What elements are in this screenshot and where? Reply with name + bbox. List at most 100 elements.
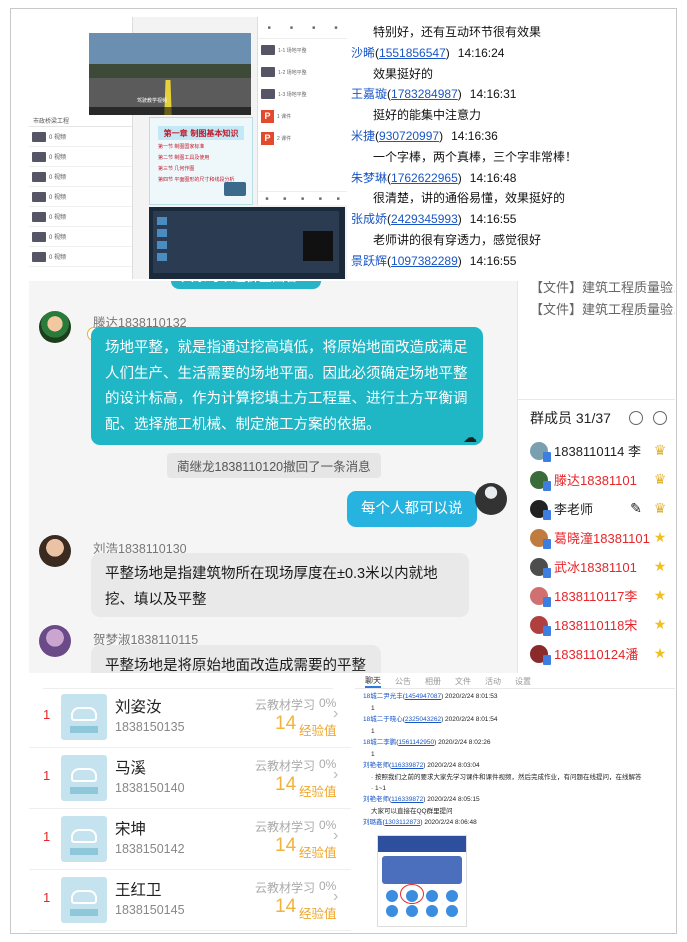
- sender-name[interactable]: 刘璐鑫: [363, 819, 383, 826]
- sender-name[interactable]: 18城二于晓心: [363, 716, 403, 723]
- score-unit: 经验值: [299, 724, 337, 738]
- rank-number: 1: [43, 768, 51, 783]
- list-item[interactable]: 0 视频: [29, 127, 132, 147]
- qq-number-link[interactable]: 116339872: [391, 762, 423, 769]
- file-link[interactable]: 【文件】建筑工程质量验…: [518, 299, 675, 321]
- edit-icon[interactable]: ✎: [627, 500, 645, 517]
- member-name: 1838110114 李: [554, 444, 641, 459]
- qq-number-link[interactable]: 1551856547: [379, 46, 446, 60]
- qq-number-link[interactable]: 116339872: [391, 796, 423, 803]
- qq-number-link[interactable]: 1762622965: [391, 171, 458, 185]
- student-row[interactable]: 1 刘姿汝 1838150135 云教材学习 0% 14 经验值 ›: [29, 687, 351, 748]
- list-item[interactable]: 1-3 场地平整: [258, 83, 347, 105]
- sender-name[interactable]: 景跃辉: [351, 254, 387, 268]
- qq-number-link[interactable]: 1454947087: [405, 693, 441, 700]
- recall-notice: 蔺继龙1838110120撤回了一条消息: [167, 453, 381, 478]
- list-item[interactable]: 0 视频: [29, 187, 132, 207]
- member-item[interactable]: 1838110124潘 ★: [518, 639, 675, 668]
- sender-name[interactable]: 沙晞: [351, 46, 375, 60]
- member-item[interactable]: 滕达18381101 ♛: [518, 465, 675, 494]
- list-item[interactable]: P2 课件: [258, 127, 347, 149]
- list-item[interactable]: 0 视频: [29, 227, 132, 247]
- student-row[interactable]: 1 王红卫 1838150145 云教材学习 0% 14 经验值 ›: [29, 870, 351, 931]
- sender-name[interactable]: 18城二尹光丰: [363, 693, 403, 700]
- cloud-shape: [71, 829, 97, 843]
- timestamp: 2020/2/24 8:01:54: [445, 716, 498, 723]
- list-item[interactable]: 0 视频: [29, 207, 132, 227]
- sender-name[interactable]: 刘艳老师: [363, 762, 389, 769]
- student-row[interactable]: 1 宋坤 1838150142 云教材学习 0% 14 经验值 ›: [29, 809, 351, 870]
- qq-number-link[interactable]: 2325043262: [405, 716, 441, 723]
- qq-number-link[interactable]: 1561142950: [398, 739, 434, 746]
- qq-number-link[interactable]: 1303112873: [385, 819, 421, 826]
- chevron-right-icon[interactable]: ›: [333, 766, 338, 784]
- member-item[interactable]: 1838110118宋 ★: [518, 610, 675, 639]
- sender-line: 朱梦琳(1762622965) 14:16:48: [351, 168, 671, 189]
- tab-item[interactable]: 设置: [515, 676, 531, 687]
- tab-item[interactable]: 相册: [425, 676, 441, 687]
- avatar[interactable]: [39, 311, 71, 343]
- list-item[interactable]: 0 视频: [29, 167, 132, 187]
- members-count: 群成员 31/37: [530, 410, 611, 426]
- video-caption: 驾驶教学视频: [137, 98, 168, 104]
- ppt-slide: 第一章 制图基本知识 第一节 制图国家标准 第二节 制图工具及使用 第三节 几何…: [149, 117, 253, 205]
- log-message: 大家可以直接在QQ群里提问: [371, 807, 453, 815]
- timestamp: 2020/2/24 8:06:48: [424, 819, 477, 826]
- qq-number-link[interactable]: 2429345993: [391, 212, 458, 226]
- invite-icon[interactable]: [629, 411, 643, 425]
- sender-name[interactable]: 18城二李鹏: [363, 739, 396, 746]
- sender-name[interactable]: 张成娇: [351, 212, 387, 226]
- list-item[interactable]: 1-1 场地平整: [258, 39, 347, 61]
- avatar[interactable]: [39, 625, 71, 657]
- list-item[interactable]: 0 视频: [29, 147, 132, 167]
- member-name: 武冰18381101: [554, 560, 637, 575]
- file-link[interactable]: 【文件】建筑工程质量验…: [518, 281, 675, 299]
- member-item[interactable]: 李老师 ✎ ♛: [518, 494, 675, 523]
- sender-name[interactable]: 米捷: [351, 129, 375, 143]
- tab-item[interactable]: 公告: [395, 676, 411, 687]
- member-item[interactable]: 1838110117李 ★: [518, 581, 675, 610]
- tab-item[interactable]: 活动: [485, 676, 501, 687]
- learning-ranking-list: 1 刘姿汝 1838150135 云教材学习 0% 14 经验值 › 1 马溪 1838150140…: [29, 675, 351, 933]
- paren: ): [439, 128, 444, 143]
- chevron-right-icon[interactable]: ›: [333, 705, 338, 723]
- cloud-icon: [61, 694, 107, 740]
- qq-number-link[interactable]: 1097382289: [391, 254, 458, 268]
- avatar[interactable]: [39, 535, 71, 567]
- slide-line: 第一节 制图国家标准: [158, 144, 205, 150]
- timestamp: 2020/2/24 8:03:04: [427, 762, 480, 769]
- member-item[interactable]: 1838110114 李 ♛: [518, 436, 675, 465]
- phone-icon: [543, 596, 551, 607]
- course-file-list-screen: ■ ■ ■ ■ 1-1 场地平整 1-2 场地平整 1-3 场地平整 P1 课件 P2…: [257, 17, 347, 205]
- slide-title: 第一章 制图基本知识: [158, 126, 244, 140]
- cloud-icon: [61, 755, 107, 801]
- rank-number: 1: [43, 707, 51, 722]
- source-label: 云教材学习: [255, 698, 316, 712]
- list-item[interactable]: 0 视频: [29, 247, 132, 267]
- list-item[interactable]: 1-2 场地平整: [258, 61, 347, 83]
- video-controls[interactable]: [89, 107, 251, 115]
- sender-name[interactable]: 刘艳老师: [363, 796, 389, 803]
- log-message: · 1~1: [371, 784, 386, 792]
- member-item[interactable]: 葛晓潼18381101 ★: [518, 523, 675, 552]
- star-icon: ★: [653, 529, 667, 545]
- member-item[interactable]: 武冰18381101 ★: [518, 552, 675, 581]
- avatar[interactable]: [475, 483, 507, 515]
- list-item[interactable]: P1 课件: [258, 105, 347, 127]
- chevron-right-icon[interactable]: ›: [333, 827, 338, 845]
- avatar: [530, 528, 551, 549]
- sender-name[interactable]: 王嘉璇: [351, 87, 387, 101]
- student-row[interactable]: 1 马溪 1838150140 云教材学习 0% 14 经验值 ›: [29, 748, 351, 809]
- search-icon[interactable]: [653, 411, 667, 425]
- tab-item[interactable]: 聊天: [365, 675, 381, 688]
- qq-number-link[interactable]: 1783284987: [391, 87, 458, 101]
- chevron-right-icon[interactable]: ›: [333, 888, 338, 906]
- tab-item[interactable]: 文件: [455, 676, 471, 687]
- video-player[interactable]: 驾驶教学视频: [89, 33, 251, 115]
- qq-number-link[interactable]: 930720997: [379, 129, 439, 143]
- sender-name[interactable]: 朱梦琳: [351, 171, 387, 185]
- log-header: 刘艳老师(116339872) 2020/2/24 8:03:04: [355, 760, 675, 772]
- cloud-label: [70, 909, 98, 916]
- message-bubble: 大家可以在群里回答: [171, 281, 321, 289]
- cloud-label: [70, 726, 98, 733]
